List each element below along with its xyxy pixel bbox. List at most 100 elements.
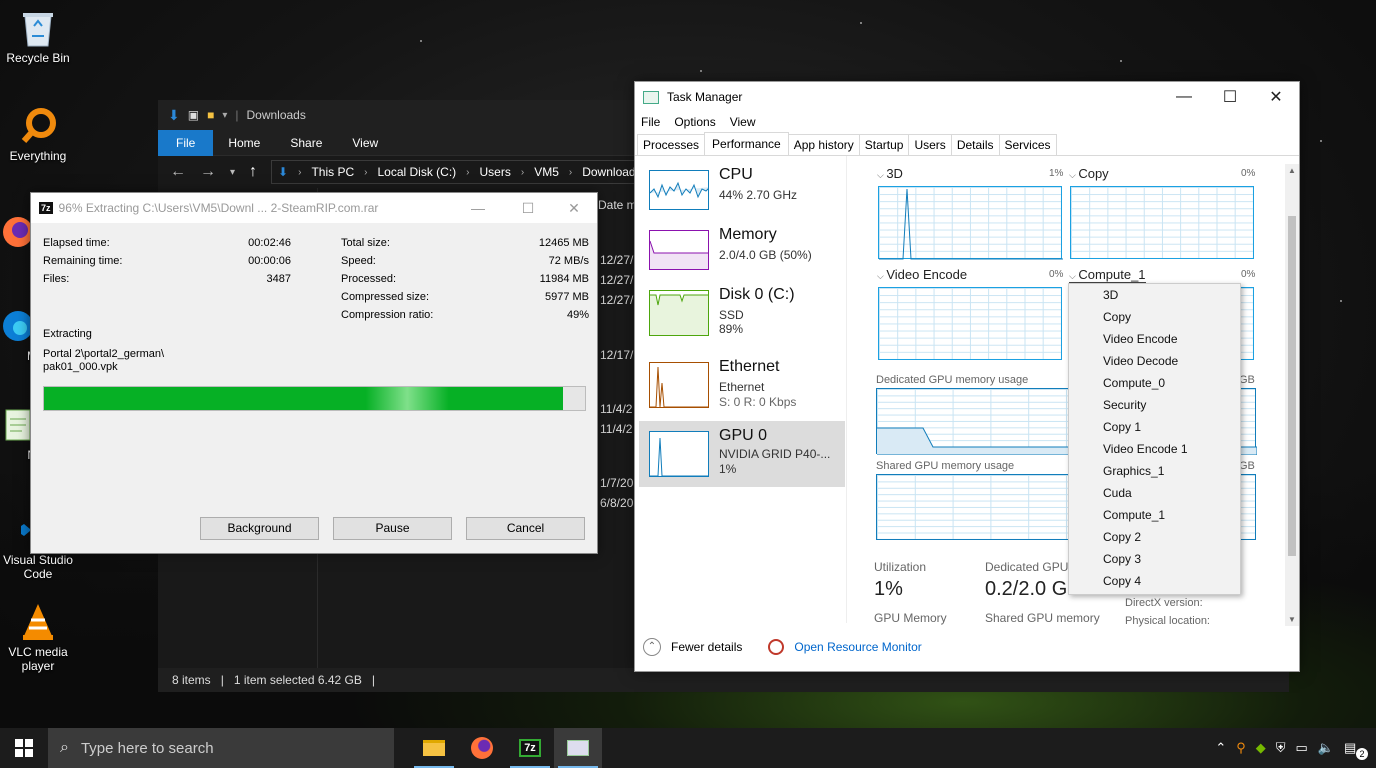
network-icon[interactable]: ▭ xyxy=(1296,740,1308,756)
desktop-icon-everything[interactable]: Everything xyxy=(0,106,76,163)
resource-cpu[interactable]: CPU 44% 2.70 GHz xyxy=(639,160,845,222)
detail-scrollbar[interactable]: ▲ ▼ xyxy=(1285,164,1299,626)
desktop-icon-vlc[interactable]: VLC media player xyxy=(0,602,76,673)
breadcrumb-downloads[interactable]: Downloads xyxy=(582,165,641,179)
taskbar-file-explorer[interactable] xyxy=(410,728,458,768)
notification-button[interactable]: ▤ 2 xyxy=(1344,740,1368,760)
pause-button[interactable]: Pause xyxy=(333,517,452,540)
engine-option[interactable]: Copy 1 xyxy=(1069,416,1240,438)
ribbon-tab-view[interactable]: View xyxy=(337,130,393,156)
menu-view[interactable]: View xyxy=(730,115,756,129)
extracting-label: Extracting xyxy=(43,328,92,340)
engine-option[interactable]: Copy 4 xyxy=(1069,570,1240,592)
dedicated-memory-label: Dedicated GPU memory usage xyxy=(876,374,1029,386)
engine-option[interactable]: Compute_0 xyxy=(1069,372,1240,394)
back-arrow-icon[interactable]: ← xyxy=(170,163,186,181)
resource-gpu0[interactable]: GPU 0 NVIDIA GRID P40-... 1% xyxy=(639,421,845,487)
engine-pct: 0% xyxy=(1241,269,1256,280)
selection-info: 1 item selected 6.42 GB xyxy=(233,673,362,687)
resource-list: CPU 44% 2.70 GHz Memory 2.0/4.0 GB (50%)… xyxy=(635,156,847,623)
properties-icon[interactable]: ▣ xyxy=(188,108,199,122)
volume-icon[interactable]: 🔈 xyxy=(1318,740,1334,756)
engine-option[interactable]: Cuda xyxy=(1069,482,1240,504)
fewer-details-link[interactable]: Fewer details xyxy=(671,640,742,654)
taskbar-7zip[interactable]: 7z xyxy=(506,728,554,768)
engine-option[interactable]: Security xyxy=(1069,394,1240,416)
engine-option[interactable]: Graphics_1 xyxy=(1069,460,1240,482)
security-icon[interactable]: ⛨ xyxy=(1276,740,1286,756)
resource-name: Memory xyxy=(719,226,777,243)
resource-name: Ethernet xyxy=(719,358,780,375)
tab-performance[interactable]: Performance xyxy=(704,132,789,155)
everything-icon xyxy=(18,106,58,146)
quick-access-dropdown-icon[interactable]: ▾ xyxy=(222,110,227,121)
resource-ethernet[interactable]: Ethernet Ethernet S: 0 R: 0 Kbps xyxy=(639,352,845,418)
engine-option[interactable]: Video Encode xyxy=(1069,328,1240,350)
tab-services[interactable]: Services xyxy=(998,134,1057,155)
recent-dropdown-icon[interactable]: ▾ xyxy=(230,167,235,178)
engine-option[interactable]: Copy 3 xyxy=(1069,548,1240,570)
tab-processes[interactable]: Processes xyxy=(637,134,706,155)
close-button[interactable]: ✕ xyxy=(1253,82,1299,112)
minimize-button[interactable]: — xyxy=(455,193,501,223)
resource-memory[interactable]: Memory 2.0/4.0 GB (50%) xyxy=(639,220,845,282)
collapse-icon[interactable]: ⌃ xyxy=(643,638,661,656)
engine-option[interactable]: 3D xyxy=(1069,284,1240,306)
breadcrumb-this-pc[interactable]: This PC xyxy=(311,165,354,179)
taskbar: ⌕ Type here to search 7z ⌃ ⚲ ◆ ⛨ ▭ 🔈 ▤ 2 xyxy=(0,728,1376,768)
tab-details[interactable]: Details xyxy=(950,134,1000,155)
taskbar-firefox[interactable] xyxy=(458,728,506,768)
ribbon-tab-file[interactable]: File xyxy=(158,129,214,156)
chevron-up-icon[interactable]: ⌃ xyxy=(1215,740,1226,756)
engine-selector-3d[interactable]: ⌵ 3D xyxy=(877,166,903,181)
breadcrumb-users[interactable]: Users xyxy=(480,165,511,179)
tab-startup[interactable]: Startup xyxy=(858,134,910,155)
system-tray: ⌃ ⚲ ◆ ⛨ ▭ 🔈 ▤ 2 xyxy=(1215,728,1376,768)
windows-icon xyxy=(15,739,33,757)
minimize-button[interactable]: — xyxy=(1161,82,1207,112)
scroll-up-icon[interactable]: ▲ xyxy=(1288,166,1296,175)
engine-option[interactable]: Video Encode 1 xyxy=(1069,438,1240,460)
resource-detail: Ethernet xyxy=(719,380,765,394)
file-date: 11/4/2 xyxy=(600,422,633,436)
menu-options[interactable]: Options xyxy=(674,115,715,129)
engine-option[interactable]: Copy xyxy=(1069,306,1240,328)
column-header-date-modified[interactable]: Date m xyxy=(598,198,637,212)
engine-option[interactable]: Compute_1 xyxy=(1069,504,1240,526)
ribbon-tab-share[interactable]: Share xyxy=(275,130,337,156)
close-button[interactable]: ✕ xyxy=(551,193,597,223)
resource-disk[interactable]: Disk 0 (C:) SSD 89% xyxy=(639,280,845,346)
tab-app-history[interactable]: App history xyxy=(787,134,860,155)
engine-selector-video-encode[interactable]: ⌵ Video Encode xyxy=(877,267,967,282)
forward-arrow-icon[interactable]: → xyxy=(200,163,216,181)
taskbar-search-box[interactable]: ⌕ Type here to search xyxy=(48,728,394,768)
resource-detail: 2.0/4.0 GB (50%) xyxy=(719,248,812,262)
chevron-right-icon: › xyxy=(520,166,525,178)
up-arrow-icon[interactable]: ↑ xyxy=(249,163,257,181)
taskbar-task-manager[interactable] xyxy=(554,728,602,768)
maximize-button[interactable]: ☐ xyxy=(505,193,551,223)
ribbon-tab-home[interactable]: Home xyxy=(213,130,275,156)
file-date: 12/27/ xyxy=(600,273,634,287)
tab-users[interactable]: Users xyxy=(908,134,952,155)
directx-version-label: DirectX version: xyxy=(1125,597,1203,609)
stat-remaining: Remaining time: 00:00:06 xyxy=(43,255,291,267)
maximize-button[interactable]: ☐ xyxy=(1207,82,1253,112)
background-button[interactable]: Background xyxy=(200,517,319,540)
engine-selector-copy[interactable]: ⌵ Copy xyxy=(1069,166,1109,181)
menu-file[interactable]: File xyxy=(641,115,660,129)
start-button[interactable] xyxy=(0,728,48,768)
breadcrumb-local-disk[interactable]: Local Disk (C:) xyxy=(377,165,456,179)
engine-option[interactable]: Video Decode xyxy=(1069,350,1240,372)
scrollbar-thumb[interactable] xyxy=(1288,216,1296,556)
engine-selector-compute1[interactable]: ⌵ Compute_1 xyxy=(1069,267,1146,283)
everything-tray-icon[interactable]: ⚲ xyxy=(1236,740,1246,756)
open-resource-monitor-link[interactable]: Open Resource Monitor xyxy=(794,640,921,654)
nvidia-icon[interactable]: ◆ xyxy=(1256,740,1266,756)
cancel-button[interactable]: Cancel xyxy=(466,517,585,540)
explorer-title: Downloads xyxy=(246,108,306,122)
desktop-icon-recycle-bin[interactable]: Recycle Bin xyxy=(0,8,76,65)
engine-option[interactable]: Copy 2 xyxy=(1069,526,1240,548)
download-arrow-icon: ⬇ xyxy=(168,106,180,123)
breadcrumb-vm5[interactable]: VM5 xyxy=(534,165,559,179)
